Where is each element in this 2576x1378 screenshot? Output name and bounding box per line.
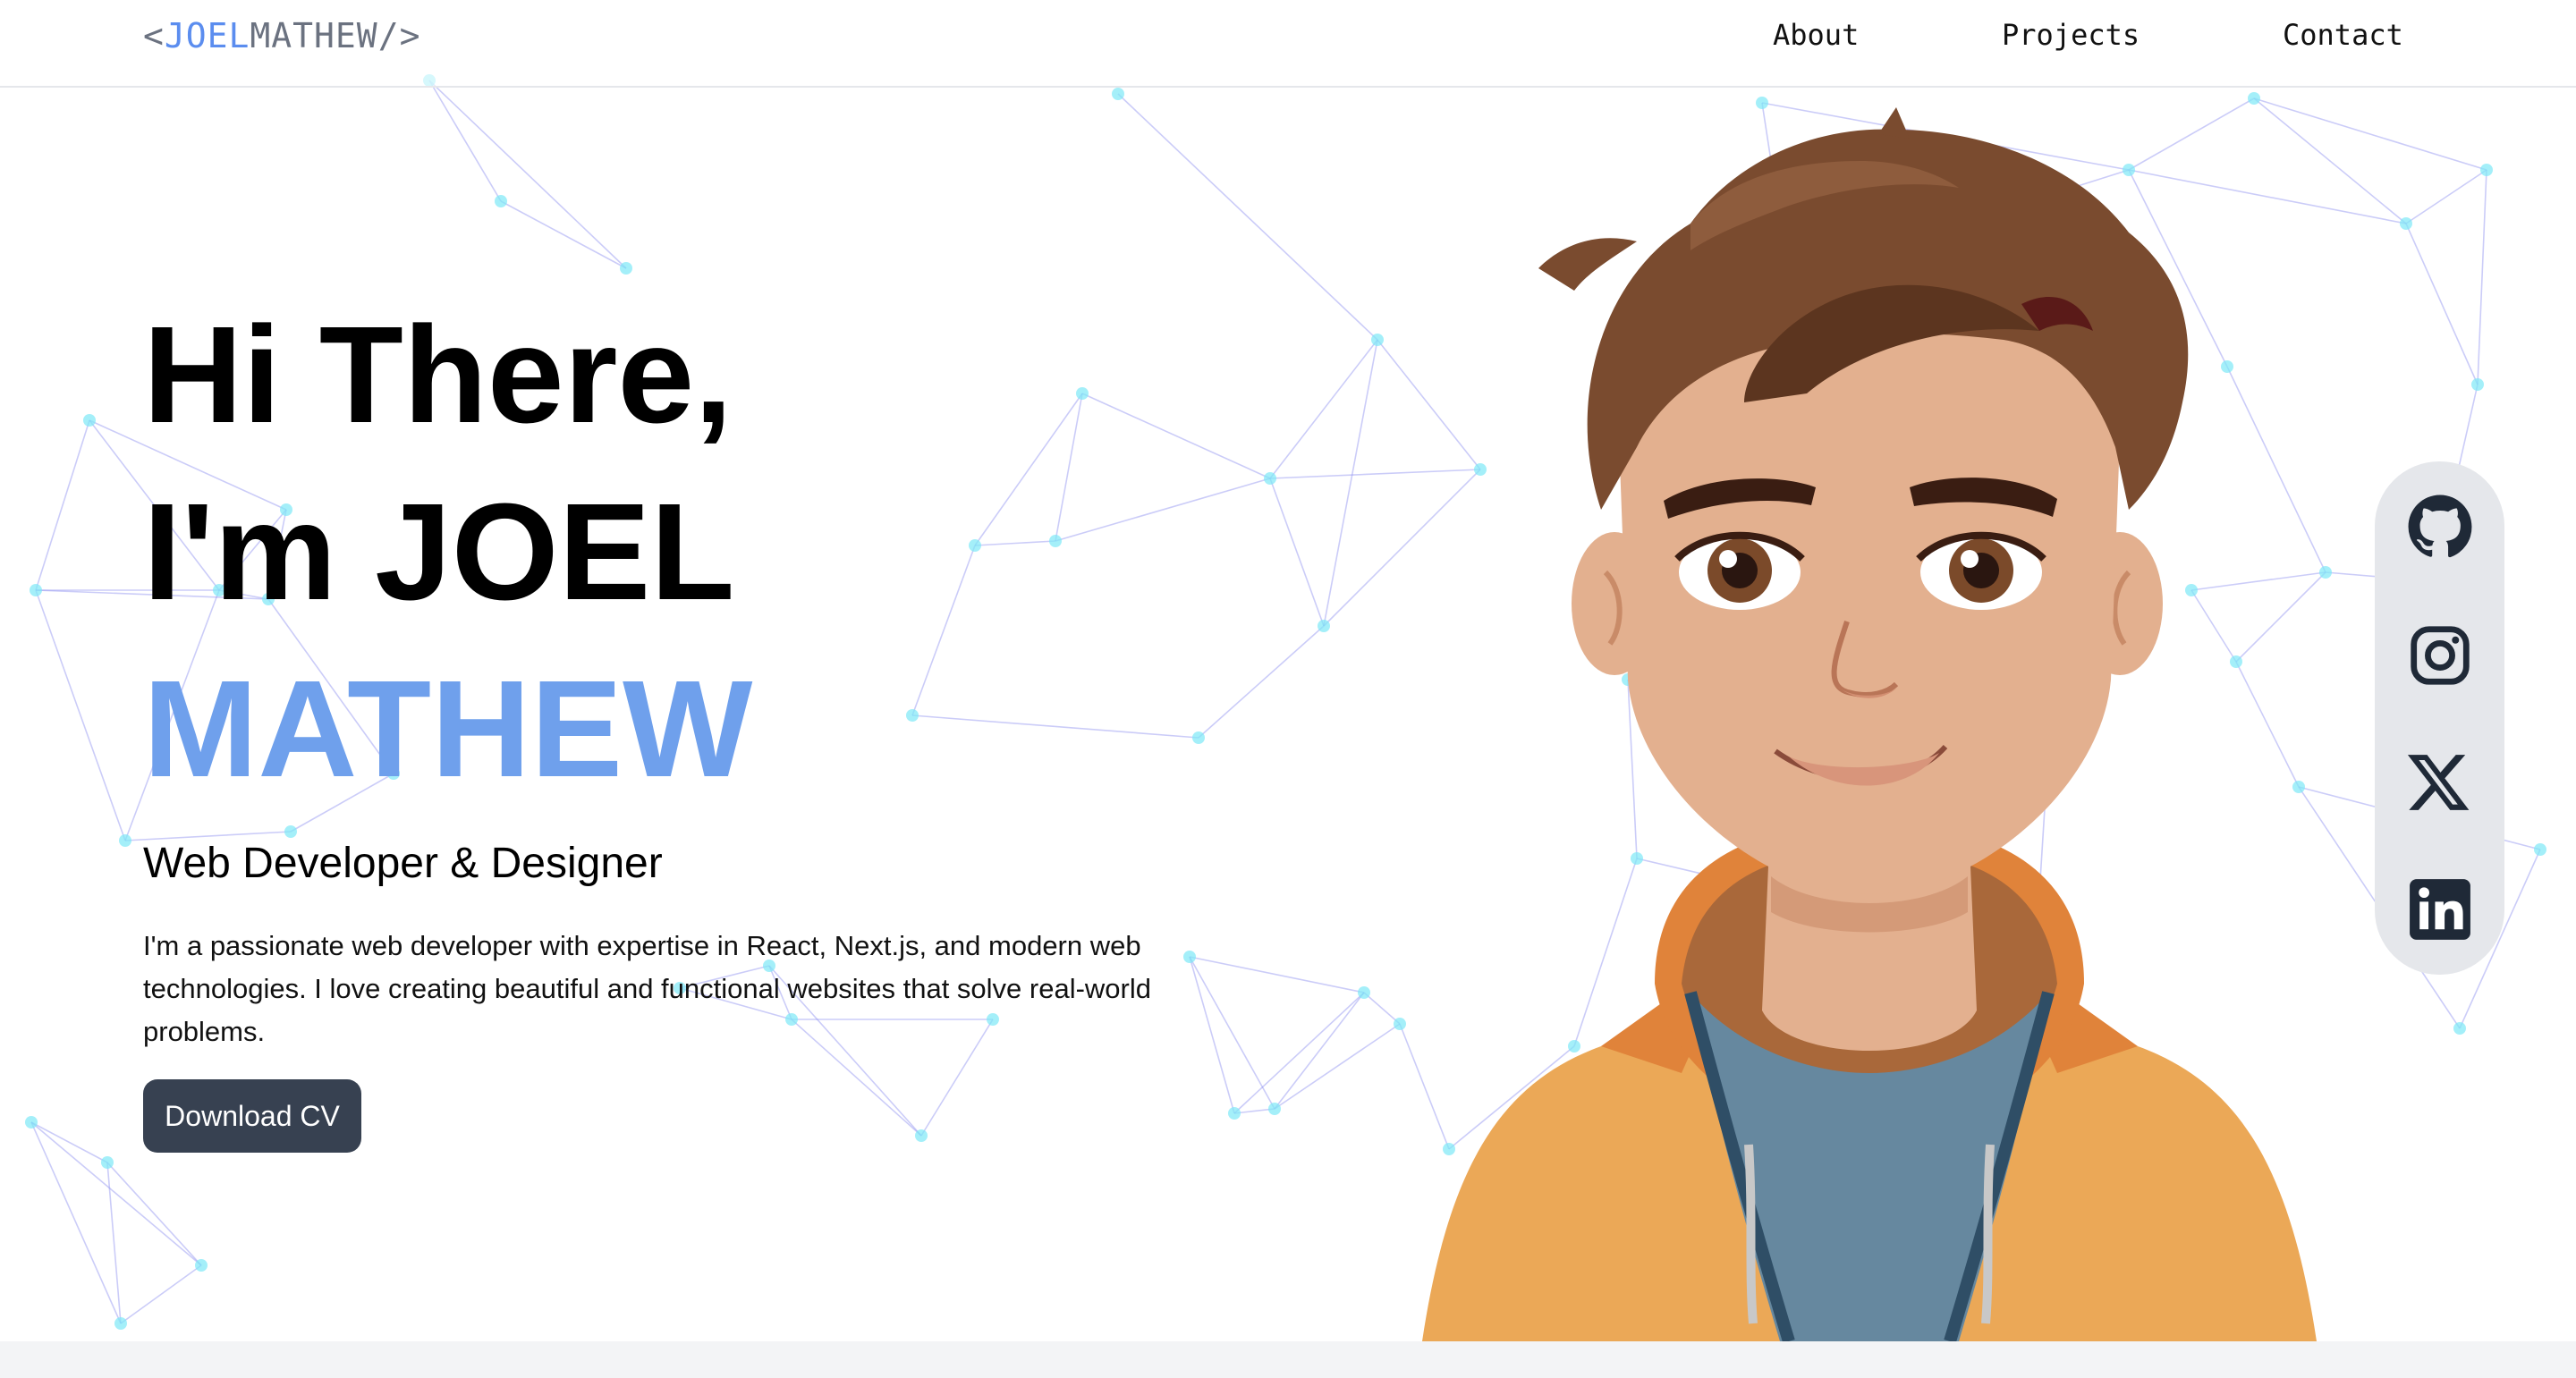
network-node — [1318, 620, 1330, 632]
network-line — [30, 1121, 108, 1163]
network-node — [284, 825, 297, 838]
network-line — [428, 80, 502, 202]
network-line — [1081, 393, 1271, 479]
site-logo[interactable]: <JOELMATHEW/> — [143, 16, 420, 55]
network-node — [2480, 164, 2493, 176]
network-line — [2405, 169, 2487, 224]
network-line — [1274, 1023, 1401, 1110]
linkedin-icon[interactable] — [2407, 876, 2473, 943]
network-node — [1371, 334, 1384, 346]
github-icon[interactable] — [2407, 494, 2473, 560]
hero-bio: I'm a passionate web developer with expe… — [143, 930, 1151, 1047]
network-node — [2400, 217, 2412, 230]
nav-link-contact[interactable]: Contact — [2283, 18, 2403, 52]
network-line — [1117, 93, 1378, 341]
hero-surname: MATHEW — [143, 652, 753, 806]
network-node — [1264, 472, 1276, 485]
network-node — [119, 834, 131, 847]
network-node — [101, 1156, 114, 1169]
network-line — [1233, 992, 1365, 1114]
network-line — [106, 1162, 202, 1266]
network-line — [500, 200, 627, 269]
network-node — [915, 1129, 928, 1142]
network-node — [1228, 1107, 1241, 1120]
network-line — [1363, 992, 1401, 1025]
logo-first-name: JOEL — [164, 16, 250, 55]
logo-open-bracket: < — [143, 16, 165, 55]
network-node — [2534, 843, 2546, 856]
network-node — [1192, 731, 1205, 744]
footer-strip — [0, 1341, 2576, 1378]
download-cv-button[interactable]: Download CV — [143, 1079, 361, 1153]
network-node — [620, 262, 632, 275]
network-line — [35, 589, 126, 841]
network-node — [1358, 986, 1370, 999]
network-line — [974, 540, 1056, 546]
hero-greeting: Hi There, — [143, 298, 733, 452]
navbar: <JOELMATHEW/> About Projects Contact — [0, 0, 2576, 88]
network-line — [2405, 223, 2479, 385]
x-icon[interactable] — [2407, 749, 2473, 816]
network-node — [1268, 1103, 1281, 1115]
network-line — [1198, 625, 1325, 739]
logo-last-name: MATHEW — [250, 16, 378, 55]
network-node — [906, 709, 919, 722]
network-node — [195, 1259, 208, 1272]
network-node — [1076, 387, 1089, 400]
network-line — [35, 419, 90, 591]
network-line — [974, 393, 1083, 546]
network-line — [1269, 339, 1378, 479]
network-line — [911, 714, 1199, 739]
network-line — [30, 1121, 122, 1324]
network-node — [2248, 92, 2260, 105]
network-line — [1323, 339, 1378, 627]
network-node — [2453, 1022, 2466, 1035]
network-line — [428, 80, 627, 269]
network-line — [1055, 393, 1083, 542]
network-node — [1049, 535, 1062, 547]
hero-subtitle: Web Developer & Designer — [143, 840, 663, 887]
hero-name-line: I'm JOEL — [143, 475, 735, 629]
nav-link-about[interactable]: About — [1773, 18, 1859, 52]
network-node — [1112, 88, 1124, 100]
network-line — [120, 1264, 202, 1324]
social-links-bar — [2375, 461, 2504, 975]
network-node — [2471, 378, 2484, 391]
network-line — [2477, 169, 2487, 385]
network-line — [1055, 478, 1271, 542]
network-line — [1274, 992, 1365, 1110]
network-node — [969, 539, 981, 552]
instagram-icon[interactable] — [2407, 622, 2473, 689]
network-line — [911, 545, 976, 716]
network-node — [114, 1317, 127, 1330]
network-node — [25, 1116, 38, 1129]
nav-link-projects[interactable]: Projects — [2002, 18, 2140, 52]
avatar-illustration — [1422, 107, 2317, 1341]
network-line — [1269, 478, 1325, 627]
hero-heading: Hi There, I'm JOEL MATHEW — [143, 286, 752, 817]
network-node — [30, 584, 42, 596]
logo-close-bracket: /> — [377, 16, 421, 55]
network-node — [495, 195, 507, 207]
network-node — [83, 414, 96, 427]
